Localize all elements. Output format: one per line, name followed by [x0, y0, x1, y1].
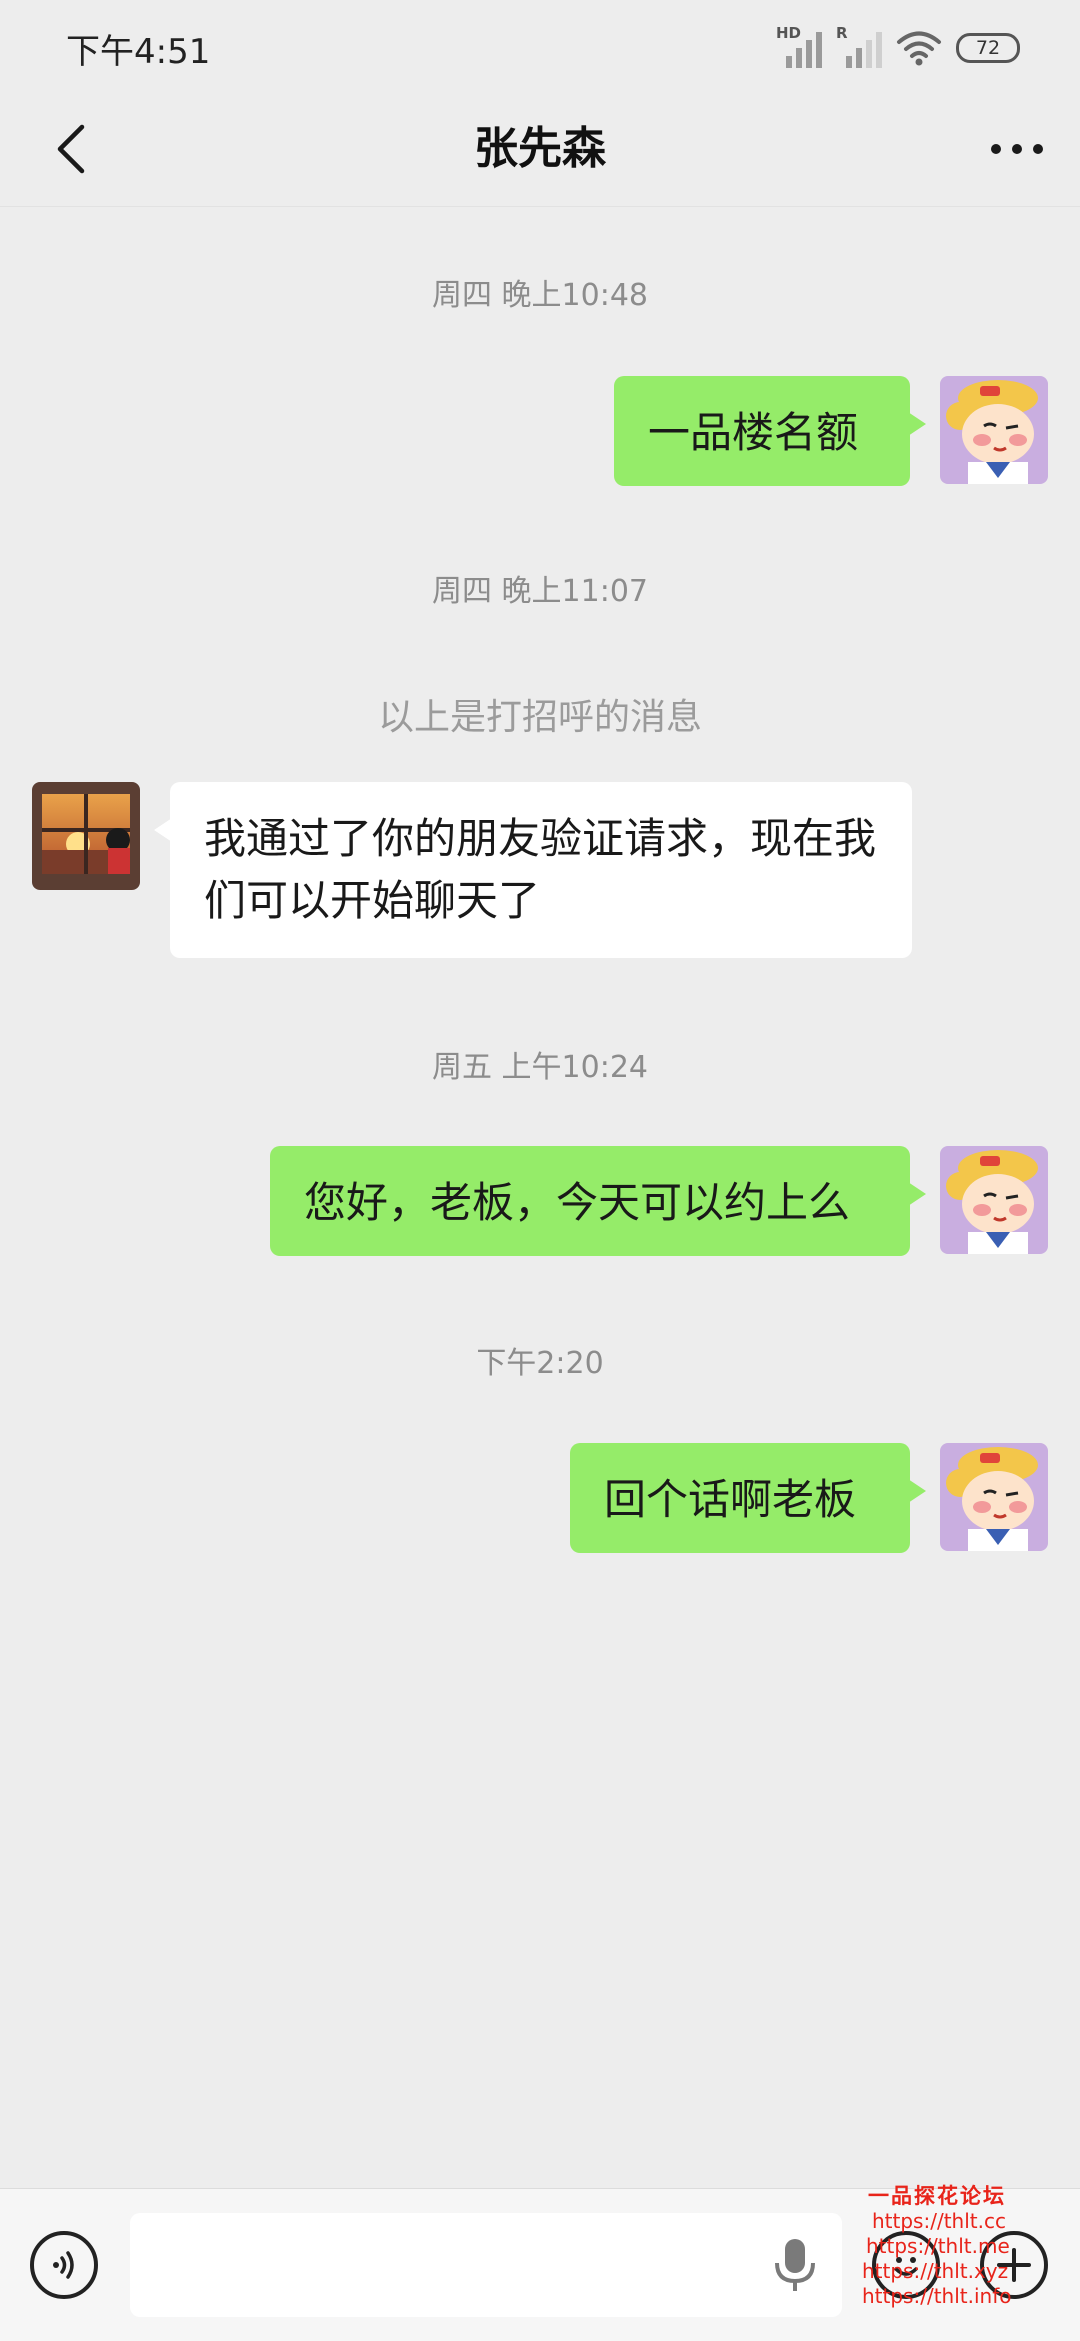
message-timestamp: 周五 上午10:24	[432, 1050, 648, 1085]
voice-mode-icon	[53, 2251, 74, 2279]
my-avatar[interactable]	[940, 1443, 1048, 1551]
status-bar: 下午4:51 HD R 72	[0, 0, 1080, 96]
microphone-icon[interactable]	[770, 2237, 820, 2293]
message-timestamp: 下午2:20	[476, 1346, 604, 1381]
roaming-signal-icon: R	[836, 24, 882, 68]
message-input[interactable]	[130, 2213, 842, 2317]
voice-mode-button[interactable]	[30, 2231, 98, 2299]
title-bar: 张先森	[0, 96, 1080, 207]
watermark: 一品探花论坛 https://thlt.cc https://thlt.me h…	[862, 2184, 1062, 2309]
message-timestamp: 周四 晚上10:48	[432, 278, 648, 313]
my-avatar[interactable]	[940, 1146, 1048, 1254]
cartoon-avatar-icon	[940, 376, 1048, 484]
status-icons: HD R 72	[776, 24, 1020, 70]
sunset-window-avatar-icon	[32, 782, 140, 890]
contact-avatar[interactable]	[32, 782, 140, 890]
status-time: 下午4:51	[66, 32, 211, 72]
message-bubble-received[interactable]: 我通过了你的朋友验证请求，现在我们可以开始聊天了	[154, 782, 912, 958]
message-timestamp: 周四 晚上11:07	[432, 574, 648, 609]
cartoon-avatar-icon	[940, 1146, 1048, 1254]
battery-indicator: 72	[956, 33, 1020, 63]
message-bubble-sent[interactable]: 回个话啊老板	[570, 1443, 926, 1553]
more-options-button[interactable]	[982, 114, 1052, 184]
chat-title: 张先森	[474, 123, 606, 174]
watermark-link: https://thlt.cc	[872, 2209, 1006, 2233]
watermark-title: 一品探花论坛	[868, 2184, 1006, 2208]
message-bubble-sent[interactable]: 一品楼名额	[614, 376, 926, 486]
hd-signal-icon: HD	[776, 24, 822, 68]
message-bubble-sent[interactable]: 您好，老板，今天可以约上么	[270, 1146, 926, 1256]
watermark-link: https://thlt.info	[862, 2284, 1012, 2308]
cartoon-avatar-icon	[940, 1443, 1048, 1551]
watermark-link: https://thlt.me	[866, 2234, 1010, 2258]
more-dots-icon	[991, 144, 1043, 154]
my-avatar[interactable]	[940, 376, 1048, 484]
system-note: 以上是打招呼的消息	[377, 697, 702, 738]
wifi-icon	[897, 31, 941, 66]
watermark-link: https://thlt.xyz	[862, 2259, 1009, 2283]
